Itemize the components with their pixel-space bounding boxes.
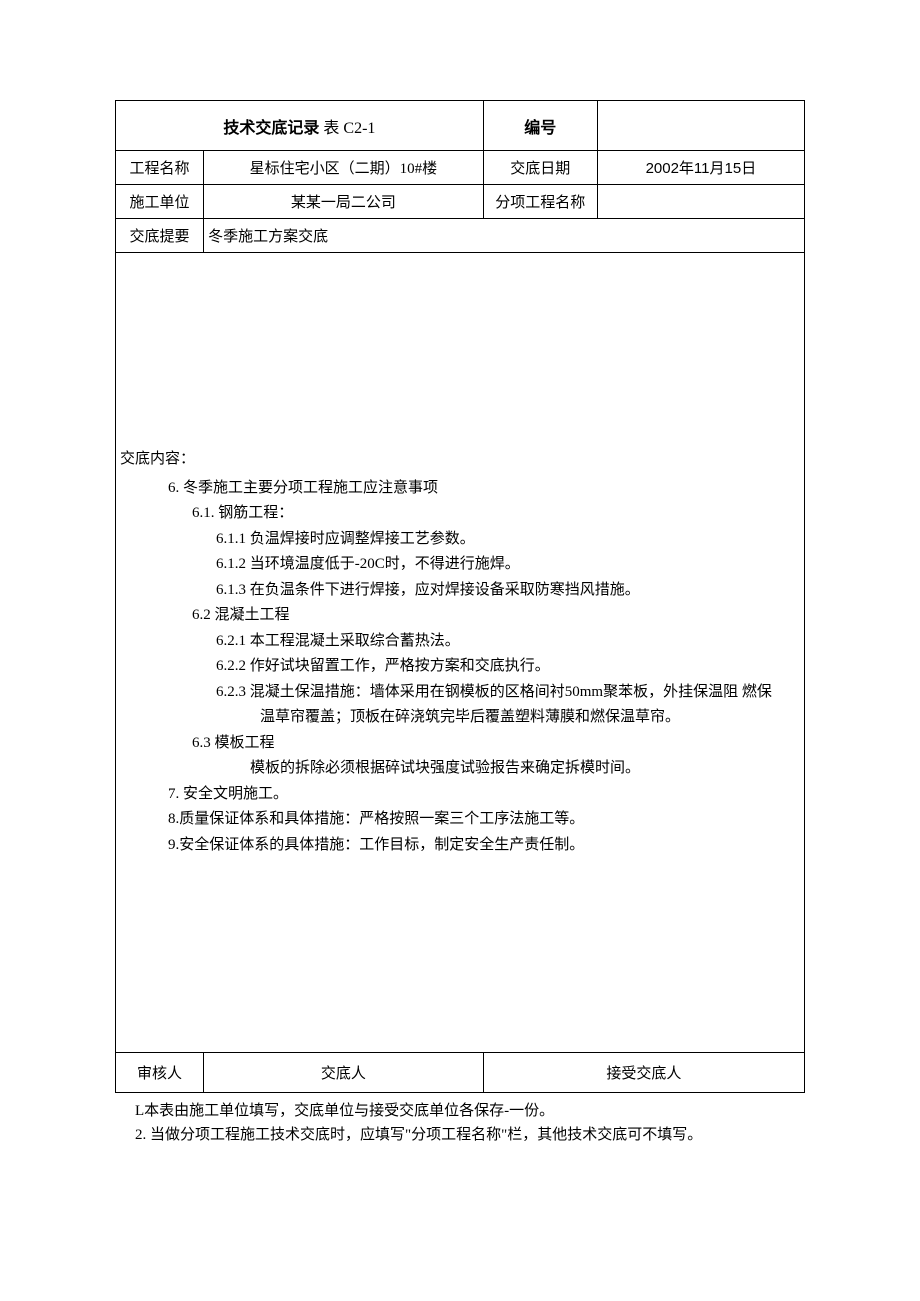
- disclosure-table: 技术交底记录 表 C2-1 编号 工程名称 星标住宅小区（二期）10#楼 交底日…: [115, 100, 805, 1093]
- section-6-3: 6.3 模板工程: [120, 731, 800, 757]
- subproject-value: [597, 185, 804, 219]
- notes-section: L本表由施工单位填写，交底单位与接受交底单位各保存-一份。 2. 当做分项工程施…: [115, 1099, 805, 1147]
- number-label: 编号: [483, 101, 597, 151]
- reviewer-label: 审核人: [116, 1053, 204, 1093]
- section-6-1-2: 6.1.2 当环境温度低于-20C时，不得进行施焊。: [120, 552, 800, 578]
- date-label: 交底日期: [483, 151, 597, 185]
- summary-value: 冬季施工方案交底: [204, 219, 805, 253]
- content-row: 交底内容： 6. 冬季施工主要分项工程施工应注意事项 6.1. 钢筋工程： 6.…: [116, 253, 805, 1053]
- project-name-value: 星标住宅小区（二期）10#楼: [204, 151, 484, 185]
- section-6-1: 6.1. 钢筋工程：: [120, 501, 800, 527]
- section-7: 7. 安全文明施工。: [120, 782, 800, 808]
- title-row: 技术交底记录 表 C2-1 编号: [116, 101, 805, 151]
- number-value: [597, 101, 804, 151]
- signature-row: 审核人 交底人 接受交底人: [116, 1053, 805, 1093]
- section-6-1-3: 6.1.3 在负温条件下进行焊接，应对焊接设备采取防寒挡风措施。: [120, 578, 800, 604]
- note-1: L本表由施工单位填写，交底单位与接受交底单位各保存-一份。: [135, 1099, 805, 1123]
- title-label: 技术交底记录: [223, 120, 319, 137]
- section-6-2: 6.2 混凝土工程: [120, 603, 800, 629]
- section-6-3-1: 模板的拆除必须根据碎试块强度试验报告来确定拆模时间。: [120, 756, 800, 782]
- unit-row: 施工单位 某某一局二公司 分项工程名称: [116, 185, 805, 219]
- content-body: 6. 冬季施工主要分项工程施工应注意事项 6.1. 钢筋工程： 6.1.1 负温…: [120, 476, 800, 859]
- date-value: 2002年11月15日: [597, 151, 804, 185]
- section-6-2-3-a: 6.2.3 混凝土保温措施：墙体采用在钢模板的区格间衬50mm聚苯板，外挂保温阻…: [120, 680, 800, 706]
- section-6: 6. 冬季施工主要分项工程施工应注意事项: [120, 476, 800, 502]
- unit-label: 施工单位: [116, 185, 204, 219]
- note-2: 2. 当做分项工程施工技术交底时，应填写"分项工程名称"栏，其他技术交底可不填写…: [135, 1123, 805, 1147]
- summary-label: 交底提要: [116, 219, 204, 253]
- section-6-2-3-b: 温草帘覆盖；顶板在碎浇筑完毕后覆盖塑料薄膜和燃保温草帘。: [120, 705, 800, 731]
- subproject-label: 分项工程名称: [483, 185, 597, 219]
- section-6-1-1: 6.1.1 负温焊接时应调整焊接工艺参数。: [120, 527, 800, 553]
- receiver-label: 接受交底人: [483, 1053, 804, 1093]
- project-row: 工程名称 星标住宅小区（二期）10#楼 交底日期 2002年11月15日: [116, 151, 805, 185]
- unit-value: 某某一局二公司: [204, 185, 484, 219]
- content-cell: 交底内容： 6. 冬季施工主要分项工程施工应注意事项 6.1. 钢筋工程： 6.…: [116, 253, 805, 1053]
- section-8: 8.质量保证体系和具体措施：严格按照一案三个工序法施工等。: [120, 807, 800, 833]
- section-6-2-2: 6.2.2 作好试块留置工作，严格按方案和交底执行。: [120, 654, 800, 680]
- title-cell: 技术交底记录 表 C2-1: [116, 101, 484, 151]
- content-heading: 交底内容：: [120, 447, 800, 468]
- section-9: 9.安全保证体系的具体措施：工作目标，制定安全生产责任制。: [120, 833, 800, 859]
- summary-row: 交底提要 冬季施工方案交底: [116, 219, 805, 253]
- section-6-2-1: 6.2.1 本工程混凝土采取综合蓄热法。: [120, 629, 800, 655]
- title-code: 表 C2-1: [323, 120, 375, 137]
- project-name-label: 工程名称: [116, 151, 204, 185]
- discloser-label: 交底人: [204, 1053, 484, 1093]
